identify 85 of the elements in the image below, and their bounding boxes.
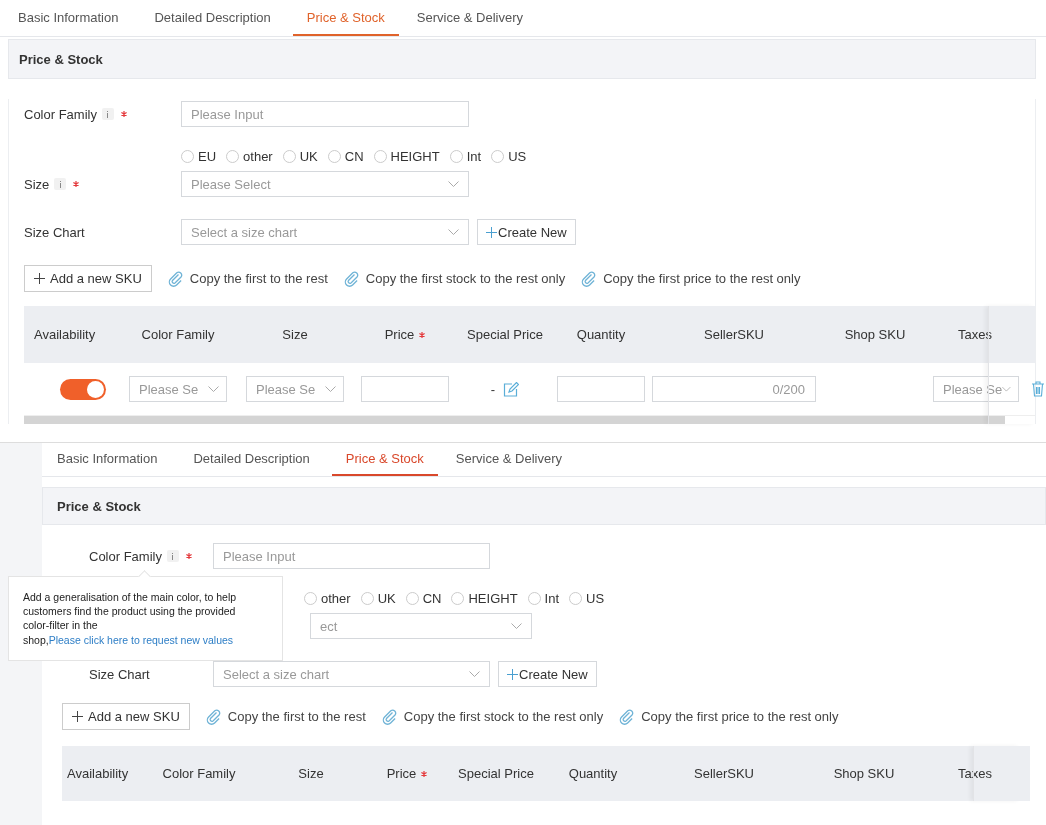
radio-option[interactable]: other [304,590,351,606]
field-label: Size Chart [24,224,85,240]
column-header: Size [281,327,309,342]
chevron-down-icon [448,180,459,188]
column-header: Taxes [957,327,993,342]
availability-toggle[interactable] [59,378,106,400]
edit-icon[interactable] [503,381,520,397]
copy-link[interactable]: Copy the first stock to the rest only [343,270,566,287]
column-header: Size [297,766,325,781]
column-header: Color Family [161,766,237,781]
chevron-down-icon [1002,385,1011,393]
plus-icon [486,226,497,238]
radio-option[interactable]: EU [181,148,217,164]
field-label: Color Family [24,106,97,122]
radio-option[interactable]: UK [282,148,318,164]
copy-link[interactable]: Copy the first stock to the rest only [381,708,604,725]
field-label: Size Chart [89,666,150,682]
radio-option[interactable]: US [569,590,605,606]
quantity-input[interactable] [557,376,645,402]
copy-link[interactable]: Copy the first price to the rest only [619,708,839,725]
column-header: Taxes [957,766,993,781]
tab[interactable]: Price & Stock [331,443,438,476]
create-new-button[interactable]: Create New [477,219,576,245]
radio-option[interactable]: Int [449,148,482,164]
chevron-down-icon [511,622,522,630]
info-icon[interactable] [54,178,67,190]
paperclip-icon [581,270,598,287]
column-header: SellerSKU [703,327,765,342]
special-price-text: - [490,381,496,397]
radio-option[interactable]: UK [360,590,396,606]
create-new-button[interactable]: Create New [498,661,597,687]
field-label: Size [24,176,50,192]
column-header: Price [368,766,446,781]
column-header: Availability [33,327,97,342]
price-input[interactable] [361,376,449,402]
info-icon[interactable] [166,550,179,562]
radio-option[interactable]: HEIGHT [373,148,440,164]
radio-option[interactable]: US [491,148,527,164]
column-header: Availability [66,766,130,781]
tab[interactable]: Basic Information [18,0,137,36]
scroll-bar[interactable] [24,416,1005,424]
column-header: Special Price [466,327,544,342]
section-header: Price & Stock [42,487,1046,525]
plus-icon [34,273,45,284]
paperclip-icon [619,708,636,725]
column-header: Quantity [575,327,627,342]
column-header: Special Price [457,766,535,781]
radio-option[interactable]: CN [405,590,442,606]
radio-option[interactable]: CN [327,148,364,164]
column-header: Quantity [567,766,619,781]
radio-option[interactable]: Int [527,590,560,606]
tab[interactable]: Service & Delivery [416,0,541,36]
request-link[interactable]: Please click here to request new values [48,633,234,646]
copy-link[interactable]: Copy the first to the rest [205,708,366,725]
paperclip-icon [343,270,360,287]
column-header: Shop SKU [832,766,896,781]
chevron-down-icon [325,385,336,393]
radio-option[interactable]: HEIGHT [451,590,518,606]
column-header: Shop SKU [843,327,907,342]
tab[interactable]: Basic Information [57,443,176,476]
section-header: Price & Stock [8,39,1036,79]
chevron-down-icon [208,385,219,393]
tab[interactable]: Detailed Description [193,443,328,476]
column-header: SellerSKU [693,766,755,781]
info-icon[interactable] [101,108,114,120]
tooltip-text: Add a generalisation of the main color, to help customers find the product using the provided color-filter in the shop,Please click here to request new values [23,591,237,646]
field-label: Color Family [89,548,162,564]
tab[interactable]: Detailed Description [154,0,289,36]
add-sku-button[interactable]: Add a new SKU [24,265,152,292]
plus-icon [72,711,83,722]
trash-icon[interactable] [1032,381,1044,397]
copy-link[interactable]: Copy the first to the rest [167,270,328,287]
paperclip-icon [381,708,398,725]
radio-option[interactable]: other [226,148,273,164]
chevron-down-icon [448,228,459,236]
add-sku-button[interactable]: Add a new SKU [62,703,190,730]
paperclip-icon [167,270,184,287]
tab[interactable]: Service & Delivery [455,443,580,476]
plus-icon [507,668,518,680]
copy-link[interactable]: Copy the first price to the rest only [581,270,801,287]
column-header: Price [353,327,457,342]
column-header: Color Family [140,327,216,342]
paperclip-icon [205,708,222,725]
chevron-down-icon [469,670,480,678]
tab[interactable]: Price & Stock [292,0,399,36]
